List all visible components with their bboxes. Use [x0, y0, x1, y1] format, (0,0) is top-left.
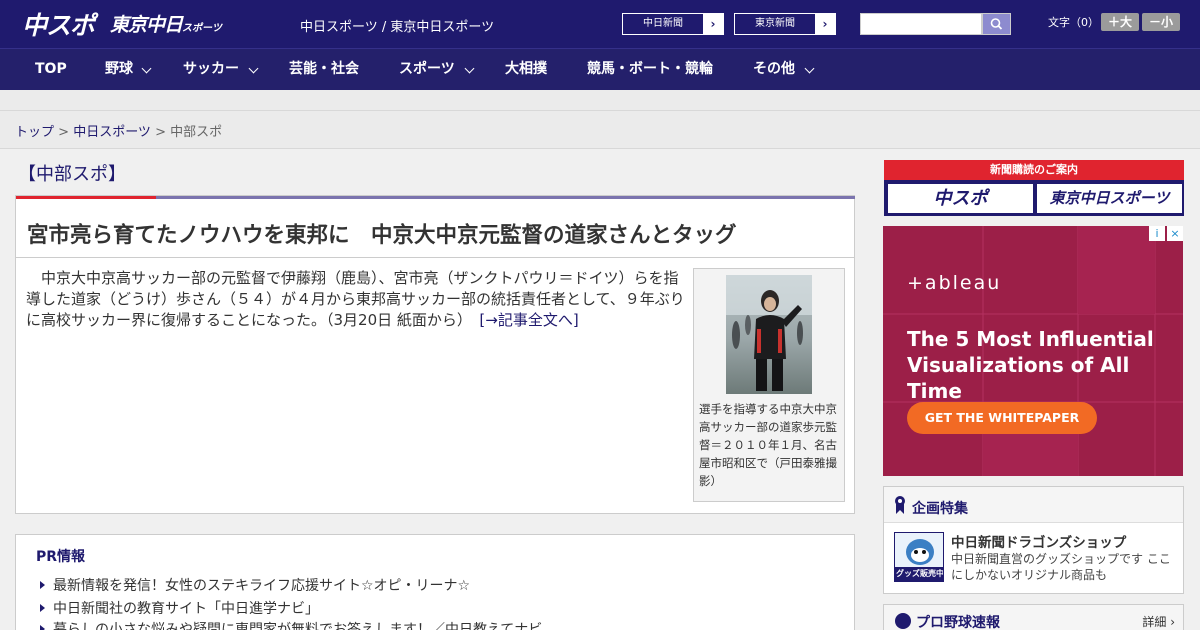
baseball-scores-box: プロ野球速報 詳細 ›	[883, 604, 1184, 630]
pr-list-item[interactable]: 暮らしの小さな悩みや疑問に専門家が無料でお答えします！／中日教えてナビ	[40, 619, 542, 630]
breadcrumb-section-link[interactable]: 中日スポーツ	[73, 125, 151, 140]
photo-caption: 選手を指導する中京大中京高サッカー部の道家歩元監督＝２０１０年１月、名古屋市昭和…	[699, 402, 837, 488]
pr-box: PR情報 最新情報を発信！女性のステキライフ応援サイト☆オピ・リーナ☆ 中日新聞…	[15, 534, 855, 630]
nav-item-baseball[interactable]: 野球	[105, 49, 133, 90]
chevron-down-icon	[248, 63, 259, 74]
chunichi-shimbun-label: 中日新聞	[643, 18, 683, 29]
pr-list-item[interactable]: 最新情報を発信！女性のステキライフ応援サイト☆オピ・リーナ☆	[40, 575, 470, 595]
baseball-icon	[895, 613, 911, 629]
nav-item-sports[interactable]: スポーツ	[399, 49, 455, 90]
subscription-title: 新聞購読のご案内	[884, 160, 1184, 180]
breadcrumb: トップ > 中日スポーツ > 中部スポ	[15, 121, 222, 140]
tokyo-shimbun-button[interactable]: 東京新聞 ›	[734, 13, 836, 35]
tokyo-shimbun-label: 東京新聞	[755, 18, 795, 29]
pr-item-text: 最新情報を発信！女性のステキライフ応援サイト☆オピ・リーナ☆	[53, 578, 471, 594]
dragons-shop-image[interactable]: グッズ販売中	[894, 532, 944, 582]
subscribe-tokyo-chunichi-button[interactable]: 東京中日スポーツ	[1037, 184, 1182, 213]
font-size-decrease-button[interactable]: －小	[1142, 13, 1180, 31]
nav-item-soccer[interactable]: サッカー	[183, 49, 239, 90]
chevron-down-icon	[804, 63, 815, 74]
breadcrumb-current: 中部スポ	[170, 125, 223, 140]
tokyo-chunichi-logo-small: スポーツ	[182, 23, 222, 34]
site-names: 中日スポーツ / 東京中日スポーツ	[300, 20, 495, 35]
chuspo-logo[interactable]: 中スポ	[22, 6, 95, 42]
pr-title: PR情報	[36, 549, 86, 565]
ad-cta-button[interactable]: GET THE WHITEPAPER	[907, 402, 1097, 434]
tokyo-chunichi-logo-text: 東京中日	[110, 14, 183, 36]
nav-item-racing[interactable]: 競馬・ボート・競輪	[587, 49, 713, 90]
accent-bar-blue	[156, 196, 855, 199]
font-size-label: 文字（0）	[1048, 16, 1099, 29]
article-lead: 中京大中京高サッカー部の元監督で伊藤翔（鹿島）、宮市亮（ザンクトパウリ＝ドイツ）…	[26, 268, 688, 331]
nav-item-entertainment[interactable]: 芸能・社会	[289, 49, 359, 90]
baseball-details-link[interactable]: 詳細 ›	[1142, 613, 1175, 630]
article-lead-text: 中京大中京高サッカー部の元監督で伊藤翔（鹿島）、宮市亮（ザンクトパウリ＝ドイツ）…	[26, 269, 685, 329]
article-photo-box: 選手を指導する中京大中京高サッカー部の道家歩元監督＝２０１０年１月、名古屋市昭和…	[693, 268, 845, 502]
advertisement[interactable]: +ableau The 5 Most Influential Visualiza…	[883, 226, 1183, 476]
article-card: 宮市亮ら育てたノウハウを東邦に 中京大中京元監督の道家さんとタッグ 中京大中京高…	[15, 195, 855, 514]
chevron-down-icon	[141, 63, 152, 74]
search-input[interactable]	[860, 13, 982, 35]
ad-info-icon[interactable]: i	[1149, 226, 1165, 241]
ad-headline: The 5 Most Influential Visualizations of…	[907, 327, 1154, 403]
font-size-increase-button[interactable]: ＋大	[1101, 13, 1139, 31]
nav-item-top[interactable]: TOP	[35, 49, 67, 90]
ad-close-icon[interactable]: ×	[1167, 226, 1183, 241]
breadcrumb-home-link[interactable]: トップ	[15, 125, 54, 140]
ribbon-icon	[895, 496, 905, 514]
chevron-right-icon: ›	[703, 14, 723, 34]
pr-item-text: 中日新聞社の教育サイト「中日進学ナビ」	[53, 601, 319, 617]
shop-name-link[interactable]: 中日新聞ドラゴンズショップ	[951, 531, 1126, 551]
subscription-banner[interactable]: 新聞購読のご案内 中スポ 東京中日スポーツ	[884, 160, 1184, 216]
chevron-down-icon	[464, 63, 475, 74]
breadcrumb-separator: >	[150, 125, 171, 140]
feature-header: 企画特集	[884, 487, 1183, 523]
chevron-right-icon: ›	[815, 14, 835, 34]
pr-item-text: 暮らしの小さな悩みや疑問に専門家が無料でお答えします！／中日教えてナビ	[53, 622, 543, 630]
main-nav: TOP 野球 サッカー 芸能・社会 スポーツ 大相撲 競馬・ボート・競輪 その他	[0, 48, 1200, 90]
shop-badge-text: グッズ販売中	[896, 569, 944, 578]
sub-nav-bar	[0, 90, 1200, 111]
accent-bar-red	[16, 196, 156, 199]
divider	[16, 257, 854, 258]
feature-box: 企画特集 グッズ販売中 中日新聞ドラゴンズショップ 中日新聞直営のグッズショップ…	[883, 486, 1184, 594]
search-icon	[990, 18, 1003, 30]
subscribe-chuspo-button[interactable]: 中スポ	[888, 184, 1033, 213]
chunichi-shimbun-button[interactable]: 中日新聞 ›	[622, 13, 724, 35]
read-full-article-link[interactable]: [→記事全文へ]	[479, 311, 578, 329]
baseball-scores-title: プロ野球速報	[916, 615, 1000, 630]
section-title: 【中部スポ】	[18, 164, 126, 185]
pr-list-item[interactable]: 中日新聞社の教育サイト「中日進学ナビ」	[40, 598, 319, 618]
nav-item-other[interactable]: その他	[753, 49, 795, 90]
search-button[interactable]	[982, 13, 1011, 35]
article-headline: 宮市亮ら育てたノウハウを東邦に 中京大中京元監督の道家さんとタッグ	[27, 223, 737, 248]
feature-title: 企画特集	[912, 501, 968, 517]
site-header: 中スポ 東京中日スポーツ 中日スポーツ / 東京中日スポーツ 中日新聞 › 東京…	[0, 0, 1200, 48]
breadcrumb-separator: >	[54, 125, 74, 140]
article-photo[interactable]	[726, 275, 812, 394]
shop-description: 中日新聞直営のグッズショップです ここにしかないオリジナル商品も	[951, 552, 1171, 582]
ad-brand-logo: +ableau	[907, 272, 1002, 294]
nav-item-sumo[interactable]: 大相撲	[505, 49, 547, 90]
tokyo-chunichi-logo[interactable]: 東京中日スポーツ	[110, 10, 222, 37]
